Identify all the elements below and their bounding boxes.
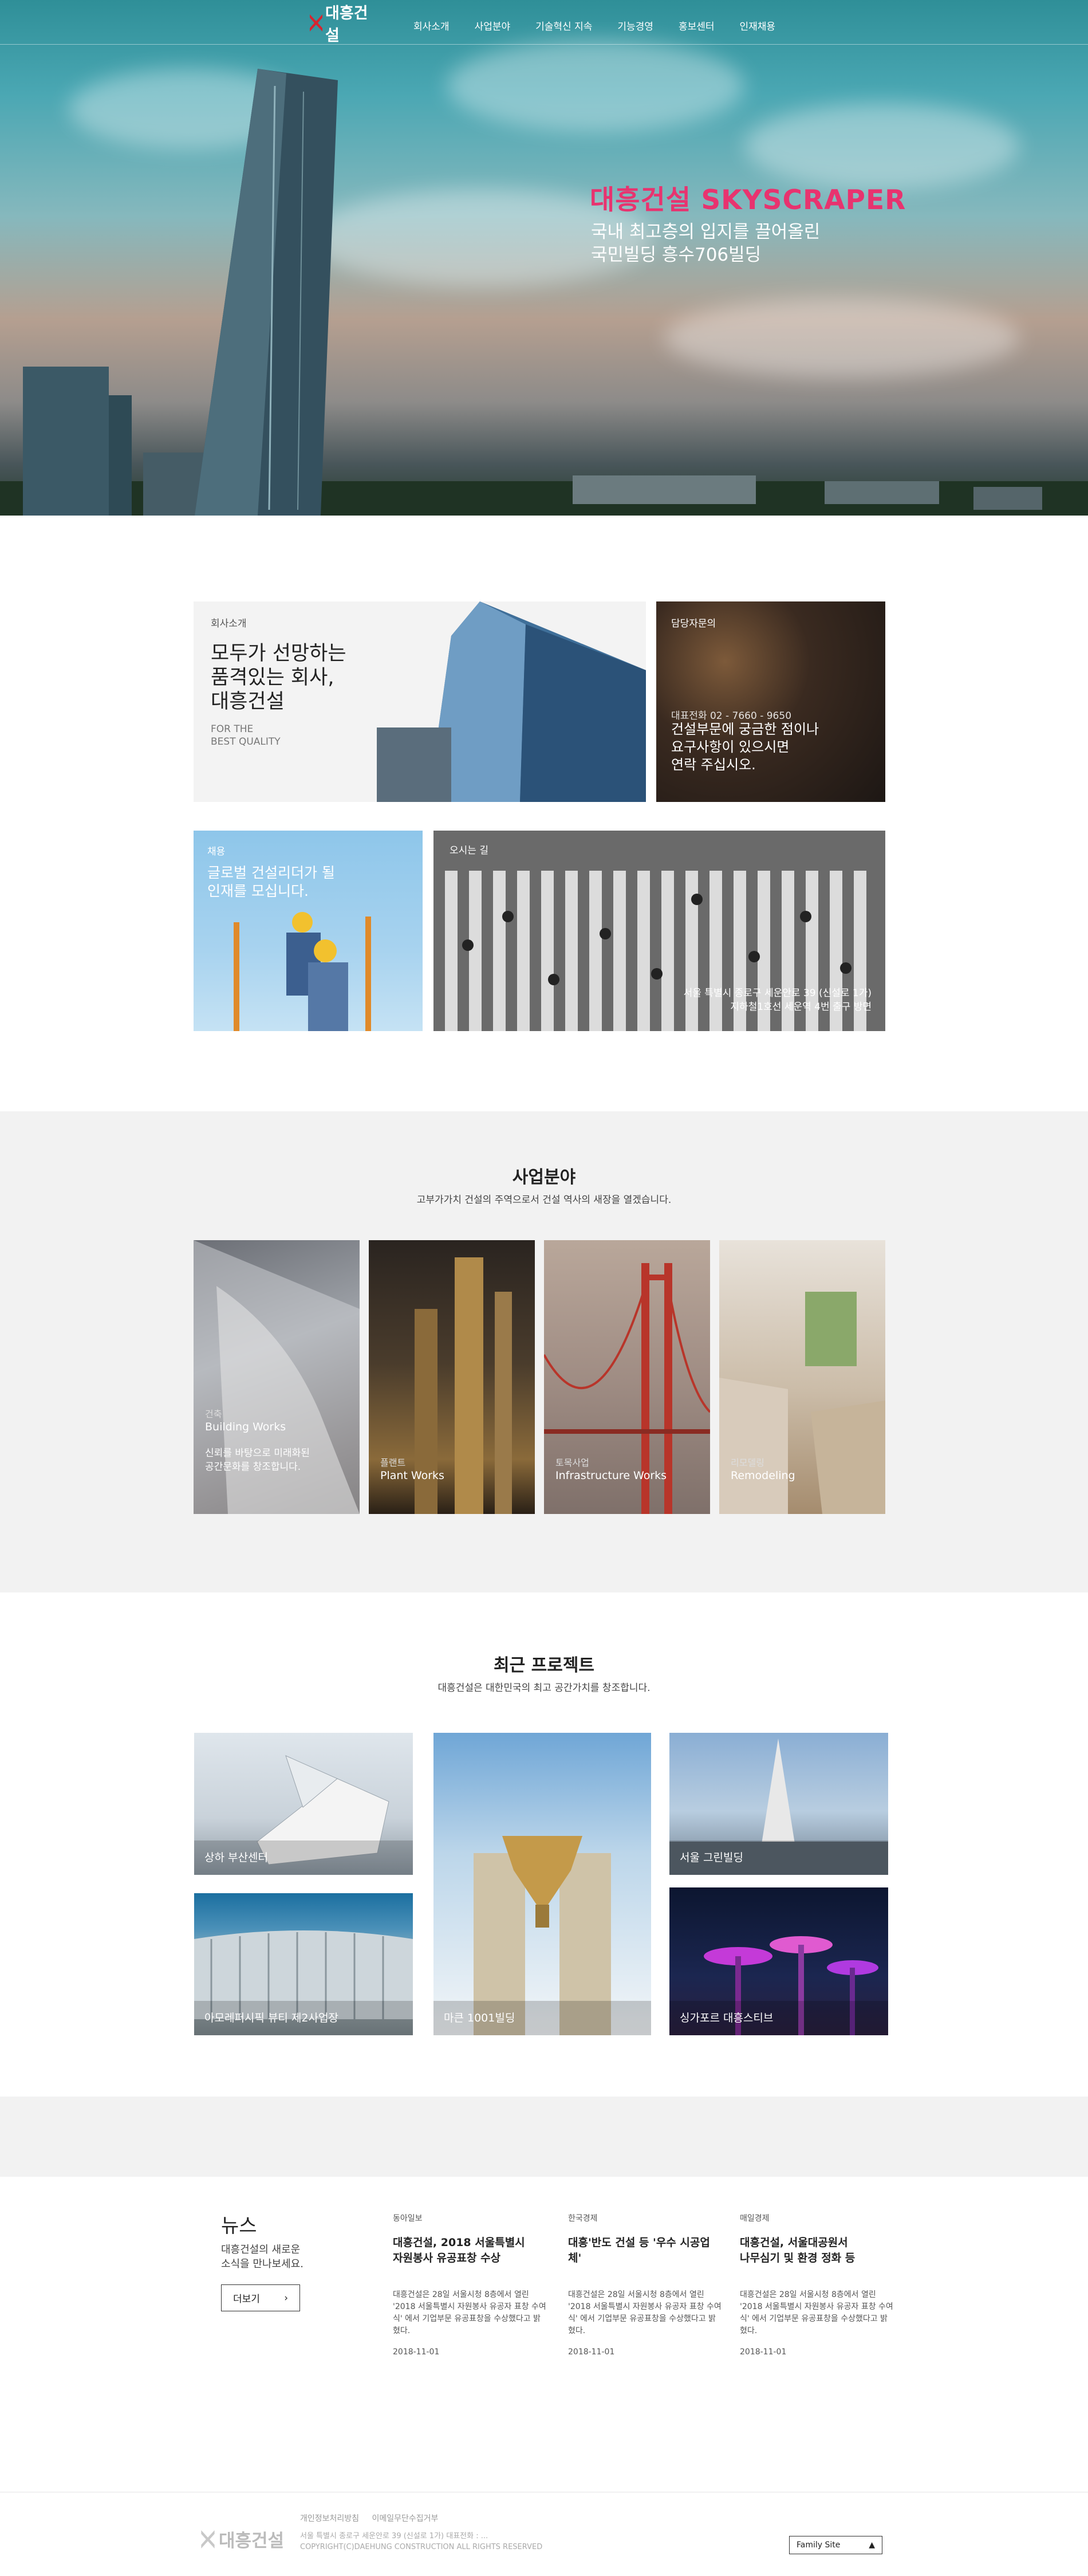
hero-subtitle: 국내 최고층의 입지를 끌어올린 국민빌딩 흥수706빌딩: [591, 222, 821, 265]
business-card-plant[interactable]: 플랜트 Plant Works: [369, 1240, 535, 1514]
contact-label: 담당자문의: [671, 618, 716, 630]
recruit-message: 글로벌 건설리더가 될 인재를 모십니다.: [207, 864, 335, 899]
project-name: 아모레퍼시픽 뷰티 제2사업장: [204, 2012, 338, 2024]
main-menu: 회사소개 사업분야 기술혁신 지속 기능경영 홍보센터 인재채용: [413, 18, 801, 33]
skyscraper-tower-image: [195, 69, 338, 516]
project-image: [474, 1836, 611, 2035]
news-item[interactable]: 동아일보 대흥건설, 2018 서울특별시 자원봉사 유공표창 수상 대흥건설은…: [393, 2212, 547, 2357]
business-card-remodeling[interactable]: 리모델링 Remodeling: [719, 1240, 885, 1514]
project-name: 서울 그린빌딩: [680, 1851, 743, 1864]
project-card[interactable]: 서울 그린빌딩: [669, 1733, 888, 1875]
business-en-label: Infrastructure Works: [555, 1469, 667, 1482]
business-desc: 신뢰를 바탕으로 미래화된 공간문화를 창조합니다.: [205, 1448, 310, 1473]
company-intro-card[interactable]: 회사소개 모두가 선망하는 품격있는 회사, 대흥건설 FOR THE BEST…: [194, 601, 646, 802]
menu-item-pr[interactable]: 홍보센터: [679, 18, 715, 33]
news-more-button[interactable]: 더보기 ›: [221, 2284, 300, 2311]
news-date: 2018-11-01: [393, 2347, 440, 2357]
menu-item-business[interactable]: 사업분야: [475, 18, 511, 33]
news-date: 2018-11-01: [740, 2347, 787, 2357]
project-card[interactable]: 아모레퍼시픽 뷰티 제2사업장: [194, 1893, 413, 2035]
logo-mark-icon: [201, 2530, 215, 2549]
glass-building-image: [377, 601, 646, 802]
logo-mark-icon: [308, 13, 324, 33]
project-card[interactable]: 상하 부산센터: [194, 1733, 413, 1875]
recruit-label: 채용: [207, 846, 226, 858]
footer-links: 개인정보처리방침 이메일무단수집거부: [300, 2512, 448, 2524]
city-skyline-image: [0, 367, 1088, 516]
location-address: 서울 특별시 종로구 세운안로 39 (신설로 1가) 지하철1호선 세운역 4…: [683, 988, 872, 1013]
cloud-shape: [447, 40, 744, 132]
news-item[interactable]: 한국경제 대흥'반도 건설 등 '우수 시공업체' 대흥건설은 28일 서울시청…: [568, 2212, 723, 2357]
menu-item-company[interactable]: 회사소개: [413, 18, 450, 33]
business-kr-label: 플랜트: [380, 1457, 406, 1468]
news-source: 한국경제: [568, 2214, 598, 2223]
intro-label: 회사소개: [211, 618, 247, 630]
location-card[interactable]: 오시는 길 서울 특별시 종로구 세운안로 39 (신설로 1가) 지하철1호선…: [433, 831, 885, 1031]
business-en-label: Remodeling: [731, 1469, 795, 1482]
global-navigation: 대흥건설 회사소개 사업분야 기술혁신 지속 기능경영 홍보센터 인재채용: [0, 0, 1088, 45]
hero-title: 대흥건설 SKYSCRAPER: [590, 184, 906, 216]
business-en-label: Plant Works: [380, 1469, 444, 1482]
privacy-policy-link[interactable]: 개인정보처리방침: [300, 2514, 359, 2523]
news-source: 매일경제: [740, 2214, 770, 2223]
business-en-label: Building Works: [205, 1421, 286, 1433]
logo-text: 대흥건설: [325, 5, 368, 45]
news-item[interactable]: 매일경제 대흥건설, 서울대공원서 나무심기 및 환경 정화 등 대흥건설은 2…: [740, 2212, 894, 2357]
logo[interactable]: 대흥건설: [308, 5, 378, 45]
more-label: 더보기: [233, 2294, 260, 2305]
workers-image: [234, 912, 371, 1031]
business-card-infrastructure[interactable]: 토목사업 Infrastructure Works: [544, 1240, 710, 1514]
news-body: 대흥건설은 28일 서울시청 8층에서 열린 '2018 서울특별시 자원봉사 …: [740, 2290, 893, 2335]
contact-phone: 대표전화 02 - 7660 - 9650: [671, 710, 792, 722]
email-refusal-link[interactable]: 이메일무단수집거부: [372, 2514, 439, 2523]
news-headline: 대흥'반도 건설 등 '우수 시공업체': [568, 2236, 710, 2264]
menu-item-tech[interactable]: 기술혁신 지속: [535, 18, 592, 33]
business-kr-label: 건축: [205, 1409, 222, 1419]
business-kr-label: 리모델링: [731, 1457, 764, 1468]
triangle-up-icon: ▲: [869, 2540, 875, 2550]
intro-tagline: FOR THE BEST QUALITY: [211, 723, 281, 748]
hero-banner: 대흥건설 SKYSCRAPER 국내 최고층의 입지를 끌어올린 국민빌딩 흥수…: [0, 0, 1088, 516]
business-title: 사업분야: [512, 1167, 576, 1187]
menu-item-recruit[interactable]: 인재채용: [740, 18, 776, 33]
news-desc: 대흥건설의 새로운 소식을 만나보세요.: [221, 2244, 303, 2270]
news-headline: 대흥건설, 서울대공원서 나무심기 및 환경 정화 등: [740, 2236, 856, 2264]
intro-heading: 모두가 선망하는 품격있는 회사, 대흥건설: [211, 642, 346, 713]
chevron-right-icon: ›: [284, 2292, 288, 2304]
cloud-shape: [744, 103, 1019, 189]
menu-item-management[interactable]: 기능경영: [617, 18, 653, 33]
projects-subtitle: 대흥건설은 대한민국의 최고 공간가치를 창조합니다.: [437, 1682, 651, 1694]
footer-logo-text: 대흥건설: [219, 2531, 285, 2551]
business-kr-label: 토목사업: [555, 1457, 589, 1468]
family-site-select[interactable]: Family Site ▲: [789, 2536, 882, 2554]
business-subtitle: 고부가가치 건설의 주역으로서 건설 역사의 새장을 열겠습니다.: [416, 1194, 672, 1206]
footer-address: 서울 특별시 종로구 세운안로 39 (신설로 1가) 대표전화 : ... C…: [300, 2532, 543, 2551]
projects-title: 최근 프로젝트: [493, 1655, 595, 1676]
news-body: 대흥건설은 28일 서울시청 8층에서 열린 '2018 서울특별시 자원봉사 …: [393, 2290, 546, 2335]
footer-logo[interactable]: 대흥건설: [199, 2526, 284, 2552]
project-card[interactable]: 싱가포르 대흥스티브: [669, 1887, 888, 2035]
news-date: 2018-11-01: [568, 2347, 615, 2357]
contact-card[interactable]: 담당자문의 대표전화 02 - 7660 - 9650 건설부문에 궁금한 점이…: [656, 601, 885, 802]
project-name: 싱가포르 대흥스티브: [680, 2012, 774, 2024]
divider-band: [0, 2097, 1088, 2177]
project-name: 마큰 1001빌딩: [444, 2012, 515, 2024]
project-card-featured[interactable]: 마큰 1001빌딩: [433, 1733, 651, 2035]
news-source: 동아일보: [393, 2214, 423, 2223]
contact-message: 건설부문에 궁금한 점이나 요구사항이 있으시면 연락 주십시오.: [671, 721, 819, 773]
project-name: 상하 부산센터: [204, 1851, 268, 1864]
business-card-building[interactable]: 건축 Building Works 신뢰를 바탕으로 미래화된 공간문화를 창조…: [194, 1240, 360, 1514]
news-headline: 대흥건설, 2018 서울특별시 자원봉사 유공표창 수상: [393, 2236, 525, 2264]
news-body: 대흥건설은 28일 서울시청 8층에서 열린 '2018 서울특별시 자원봉사 …: [568, 2290, 722, 2335]
family-site-label: Family Site: [797, 2540, 841, 2550]
news-title: 뉴스: [221, 2215, 257, 2237]
recruit-card[interactable]: 채용 글로벌 건설리더가 될 인재를 모십니다.: [194, 831, 423, 1031]
